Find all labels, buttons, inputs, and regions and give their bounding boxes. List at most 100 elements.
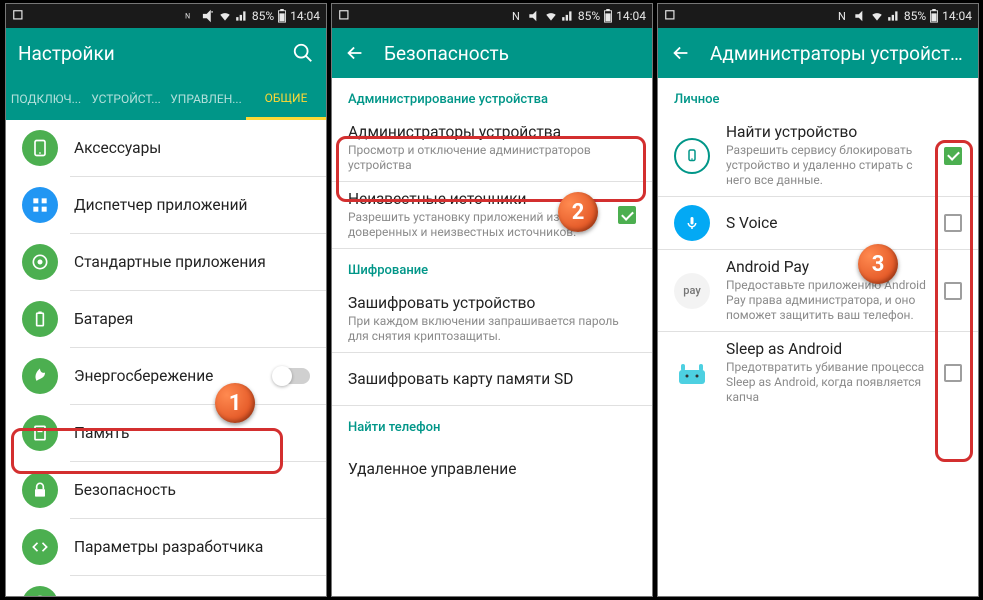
search-icon[interactable]	[292, 42, 314, 64]
security-list: Администрирование устройства Администрат…	[332, 78, 652, 495]
item-device-admins[interactable]: Администраторы устройства Просмотр и отк…	[332, 115, 652, 181]
item-sub: Просмотр и отключение администраторов ус…	[348, 143, 636, 173]
page-title: Настройки	[18, 42, 292, 65]
section-encryption: Шифрование	[332, 249, 652, 286]
item-remote-control[interactable]: Удаленное управление	[332, 443, 652, 495]
battery-icon	[603, 9, 613, 23]
page-title: Безопасность	[384, 42, 640, 65]
item-power-saving[interactable]: Энергосбережение	[6, 348, 326, 404]
item-label: Android Pay	[726, 258, 928, 276]
section-find-phone: Найти телефон	[332, 406, 652, 443]
mute-icon	[201, 9, 215, 23]
admin-svoice[interactable]: S Voice	[658, 197, 978, 249]
item-label: Неизвестные источники	[348, 190, 602, 208]
lock-icon	[22, 472, 58, 508]
item-battery[interactable]: Батарея	[6, 291, 326, 347]
info-icon	[22, 586, 58, 597]
settings-list: Аксессуары Диспетчер приложений Стандарт…	[6, 120, 326, 597]
clock: 14:04	[942, 9, 972, 23]
admins-list: Личное Найти устройство Разрешить сервис…	[658, 78, 978, 413]
tab-device[interactable]: УСТРОЙСТ...	[86, 78, 166, 120]
item-default-apps[interactable]: Стандартные приложения	[6, 234, 326, 290]
item-encrypt-sd[interactable]: Зашифровать карту памяти SD	[332, 353, 652, 405]
find-device-icon	[674, 138, 710, 174]
item-label: Удаленное управление	[348, 460, 636, 478]
item-label: Стандартные приложения	[74, 253, 310, 271]
unknown-sources-checkbox[interactable]	[618, 206, 636, 224]
tablet-icon	[22, 130, 58, 166]
signal-icon	[561, 9, 575, 23]
nfc-icon: N	[510, 9, 524, 23]
sleep-checkbox[interactable]	[944, 364, 962, 382]
signal-icon	[887, 9, 901, 23]
tab-general[interactable]: ОБЩИЕ	[246, 78, 326, 120]
power-saving-toggle[interactable]	[274, 368, 310, 384]
admin-sleep-android[interactable]: Sleep as Android Предотвратить убивание …	[658, 332, 978, 413]
item-sub: Предотвратить убивание процесса Sleep as…	[726, 360, 928, 405]
svoice-checkbox[interactable]	[944, 214, 962, 232]
status-bar: N 85% 14:04	[6, 4, 326, 28]
screenshot-icon	[664, 9, 678, 23]
clock: 14:04	[290, 9, 320, 23]
item-app-manager[interactable]: Диспетчер приложений	[6, 177, 326, 233]
find-device-checkbox[interactable]	[944, 147, 962, 165]
signal-icon	[235, 9, 249, 23]
androidpay-checkbox[interactable]	[944, 282, 962, 300]
item-sub: Разрешить сервису блокировать устройство…	[726, 143, 928, 188]
item-security[interactable]: Безопасность	[6, 462, 326, 518]
pencil-icon	[22, 244, 58, 280]
battery-pct: 85%	[578, 9, 600, 23]
clock: 14:04	[616, 9, 646, 23]
item-about[interactable]: Об устройстве	[6, 576, 326, 597]
admin-android-pay[interactable]: pay Android Pay Предоставьте приложению …	[658, 250, 978, 331]
battery-icon	[277, 9, 287, 23]
wifi-icon	[544, 9, 558, 23]
back-button[interactable]	[344, 42, 366, 64]
admin-find-device[interactable]: Найти устройство Разрешить сервису блоки…	[658, 115, 978, 196]
page-title: Администраторы устройства	[710, 42, 966, 65]
mute-icon	[853, 9, 867, 23]
item-sub: При каждом включении запрашивается парол…	[348, 314, 636, 344]
appbar: Настройки	[6, 28, 326, 78]
tab-controls[interactable]: УПРАВЛЕН...	[166, 78, 246, 120]
status-bar: N 85% 14:04	[658, 4, 978, 28]
sleep-icon	[674, 355, 710, 391]
dev-icon	[22, 529, 58, 565]
item-label: Диспетчер приложений	[74, 196, 310, 214]
svg-text:N: N	[185, 12, 190, 20]
androidpay-icon: pay	[674, 273, 710, 309]
screen-settings: N 85% 14:04 Настройки ПОДКЛЮЧ... УСТРОЙС…	[5, 3, 327, 597]
wifi-icon	[870, 9, 884, 23]
section-personal: Личное	[658, 78, 978, 115]
section-admin: Администрирование устройства	[332, 78, 652, 115]
item-accessories[interactable]: Аксессуары	[6, 120, 326, 176]
leaf-icon	[22, 358, 58, 394]
item-unknown-sources[interactable]: Неизвестные источники Разрешить установк…	[332, 182, 652, 248]
item-encrypt-device[interactable]: Зашифровать устройство При каждом включе…	[332, 286, 652, 352]
apps-icon	[22, 187, 58, 223]
item-developer[interactable]: Параметры разработчика	[6, 519, 326, 575]
tab-bar: ПОДКЛЮЧ... УСТРОЙСТ... УПРАВЛЕН... ОБЩИЕ	[6, 78, 326, 120]
nfc-icon: N	[836, 9, 850, 23]
screen-security: N 85% 14:04 Безопасность Администрирован…	[331, 3, 653, 597]
item-label: Память	[74, 424, 310, 442]
status-bar: N 85% 14:04	[332, 4, 652, 28]
item-label: S Voice	[726, 214, 928, 232]
screen-device-admins: N 85% 14:04 Администраторы устройства Ли…	[657, 3, 979, 597]
item-label: Безопасность	[74, 481, 310, 499]
battery-icon	[22, 301, 58, 337]
memory-icon	[22, 415, 58, 451]
item-label: Sleep as Android	[726, 340, 928, 358]
item-label: Энергосбережение	[74, 367, 258, 385]
wifi-icon	[218, 9, 232, 23]
mute-icon	[527, 9, 541, 23]
appbar: Администраторы устройства	[658, 28, 978, 78]
battery-pct: 85%	[904, 9, 926, 23]
svoice-icon	[674, 205, 710, 241]
svg-text:N: N	[512, 10, 520, 23]
back-button[interactable]	[670, 42, 692, 64]
tab-connections[interactable]: ПОДКЛЮЧ...	[6, 78, 86, 120]
svg-text:N: N	[838, 10, 846, 23]
item-storage[interactable]: Память	[6, 405, 326, 461]
item-label: Зашифровать карту памяти SD	[348, 370, 636, 388]
